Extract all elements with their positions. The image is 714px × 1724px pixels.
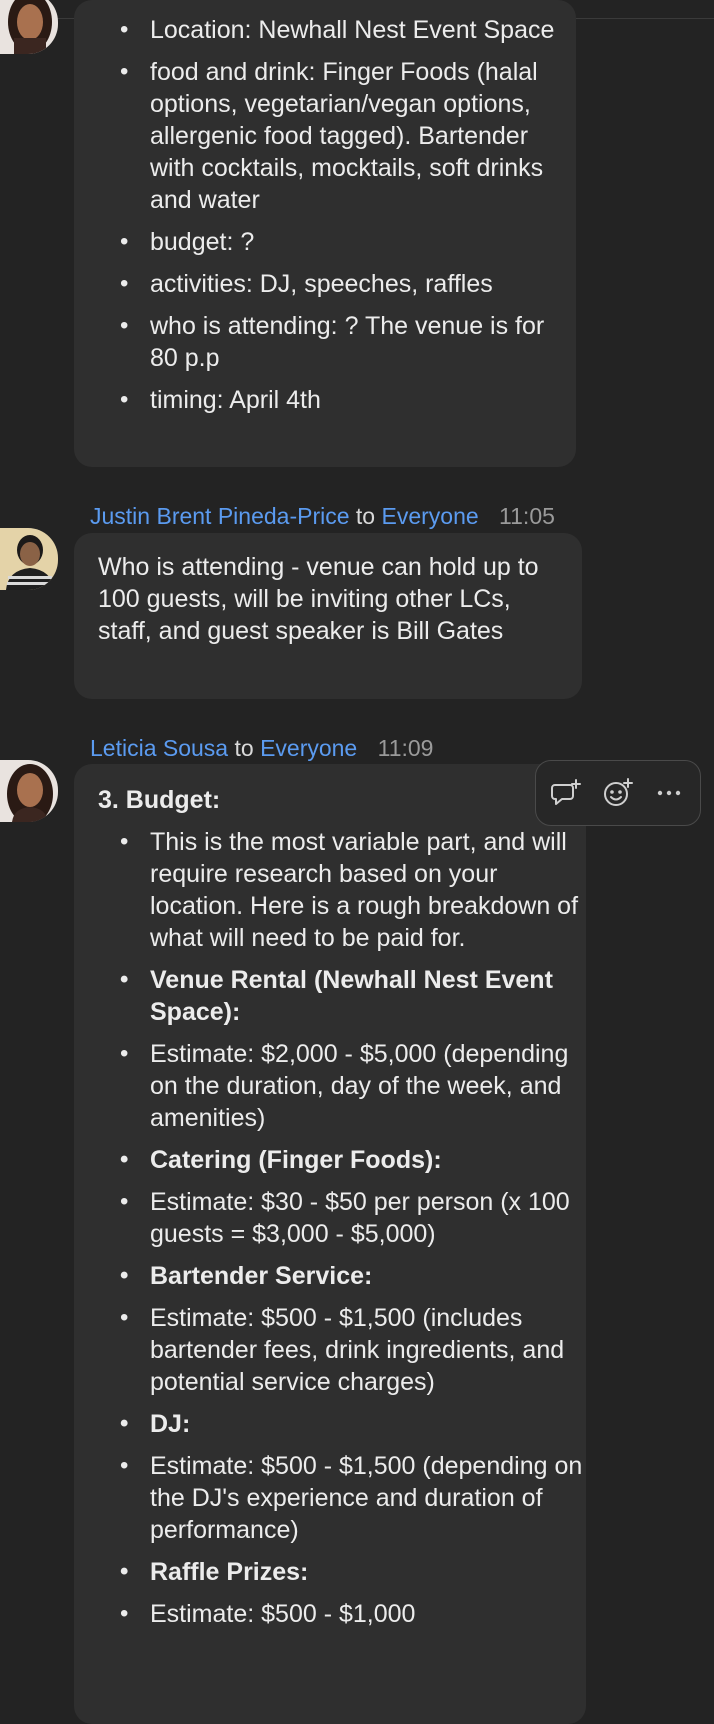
message-timestamp: 11:09 [377,735,434,761]
to-label: to [234,735,254,761]
message-header: Leticia Sousa to Everyone 11:09 [90,734,433,762]
message-header: Justin Brent Pineda-Price to Everyone 11… [90,502,555,530]
message-text: Who is attending - venue can hold up to … [98,553,539,645]
reply-in-thread-icon [551,779,582,805]
avatar-leticia-top[interactable] [0,0,58,54]
budget-category: Bartender Service: [74,1260,586,1292]
section-heading: 3. Budget: [98,786,221,814]
add-reaction-icon [603,778,633,806]
sender-name[interactable]: Justin Brent Pineda-Price [90,503,350,529]
add-reaction-button[interactable] [598,773,638,813]
list-item: budget: ? [74,226,576,258]
budget-category: Raffle Prizes: [74,1556,586,1588]
budget-list: This is the most variable part, and will… [74,826,586,1630]
recipient-name[interactable]: Everyone [260,735,357,761]
list-item: Estimate: $2,000 - $5,000 (depending on … [74,1038,586,1134]
more-options-icon [657,790,680,796]
sender-name[interactable]: Leticia Sousa [90,735,228,761]
budget-category: Venue Rental (Newhall Nest Event Space): [74,964,586,1028]
list-item: food and drink: Finger Foods (halal opti… [74,56,576,216]
list-item: timing: April 4th [74,384,576,416]
list-item: Estimate: $500 - $1,000 [74,1598,586,1630]
message-bubble-event-details: Location: Newhall Nest Event Space food … [74,0,576,467]
more-options-button[interactable] [649,773,689,813]
list-item: This is the most variable part, and will… [74,826,586,954]
list-item: Estimate: $30 - $50 per person (x 100 gu… [74,1186,586,1250]
list-item: Location: Newhall Nest Event Space [74,14,576,46]
avatar-justin[interactable] [0,528,58,590]
budget-category: Catering (Finger Foods): [74,1144,586,1176]
message-bubble-attendance: Who is attending - venue can hold up to … [74,533,582,699]
avatar-leticia[interactable] [0,760,58,822]
list-item: who is attending: ? The venue is for 80 … [74,310,576,374]
to-label: to [355,503,376,529]
reply-in-thread-button[interactable] [547,773,587,813]
list-item: activities: DJ, speeches, raffles [74,268,576,300]
budget-category: DJ: [74,1408,586,1440]
message-bubble-budget: 3. Budget: This is the most variable par… [74,764,586,1724]
list-item: Estimate: $500 - $1,500 (includes barten… [74,1302,586,1398]
list-item: Estimate: $500 - $1,500 (depending on th… [74,1450,586,1546]
event-details-list: Location: Newhall Nest Event Space food … [74,0,576,416]
message-hover-toolbar [535,760,701,826]
recipient-name[interactable]: Everyone [381,503,478,529]
message-timestamp: 11:05 [499,503,555,529]
